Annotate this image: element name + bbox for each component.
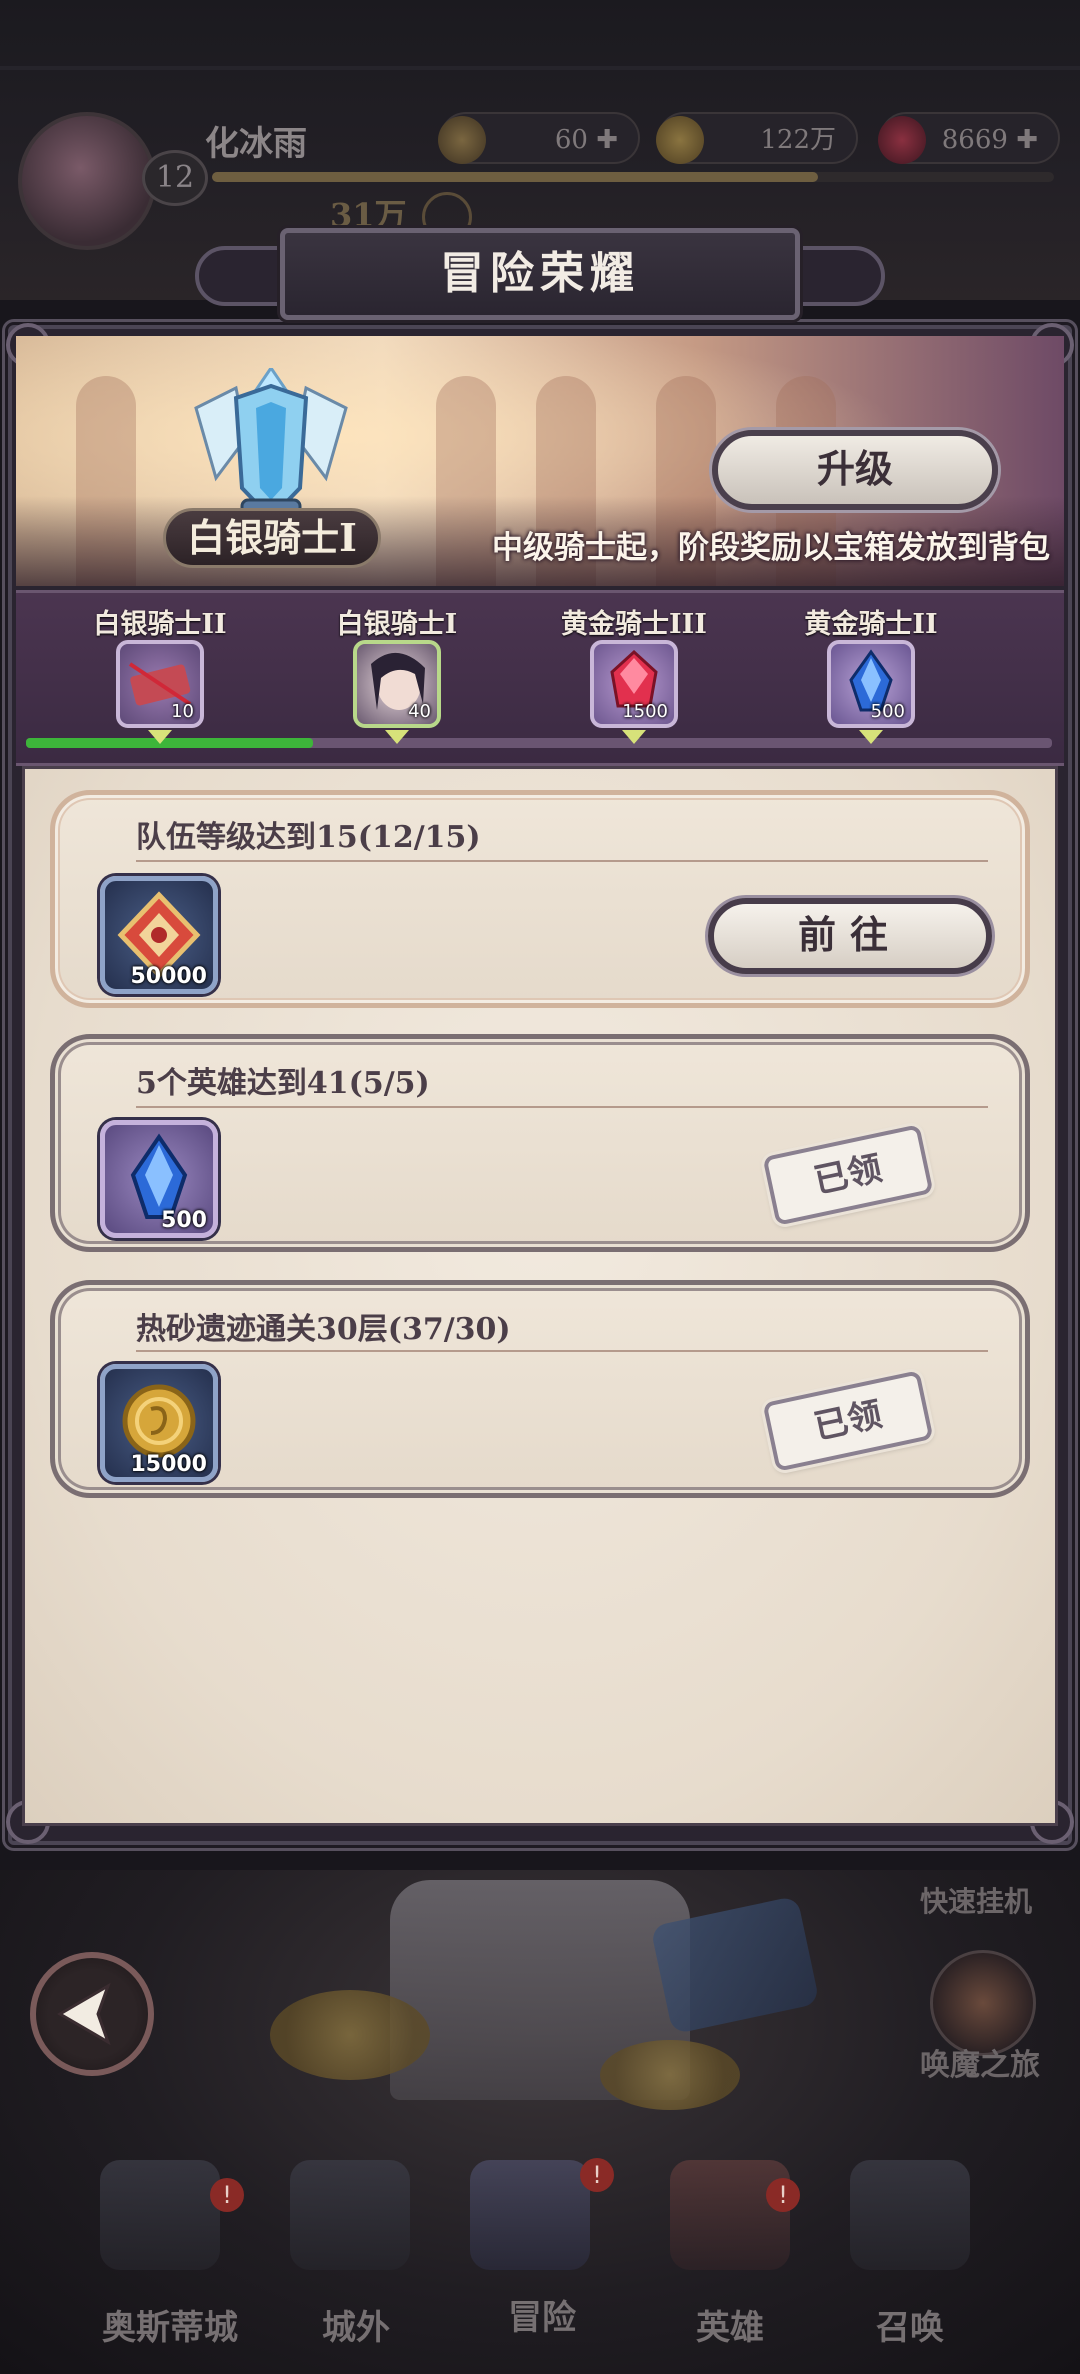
title-ornament — [795, 246, 885, 306]
player-avatar[interactable] — [18, 112, 156, 250]
hero-icon — [670, 2160, 790, 2270]
gem-value: 8669 — [941, 125, 1008, 155]
task-reward-qty: 15000 — [130, 1452, 207, 1477]
alert-badge: ! — [766, 2178, 800, 2212]
coin-pile-icon — [270, 1990, 430, 2080]
nav-outskirts[interactable] — [260, 2140, 440, 2280]
player-level-badge: 12 — [142, 150, 208, 206]
add-stamina-icon[interactable]: ✚ — [588, 125, 618, 155]
tier-label: 黄金骑士II — [804, 609, 938, 640]
coin-pile-icon — [600, 2040, 740, 2110]
current-rank-label: 白银骑士I — [163, 508, 381, 568]
ship-icon — [290, 2160, 410, 2270]
divider — [136, 1350, 988, 1352]
tier-label: 白银骑士II — [93, 609, 227, 640]
task-reward-qty: 50000 — [130, 964, 207, 989]
ruby-gem-icon — [878, 116, 926, 164]
task-title: 队伍等级达到15(12/15) — [136, 820, 481, 855]
title-ornament — [195, 246, 285, 306]
tier-reward-slot[interactable]: 10 — [116, 640, 204, 728]
tier-reward-qty: 500 — [870, 701, 905, 722]
tier-marker-icon — [148, 730, 172, 744]
nav-adventure[interactable]: ! — [440, 2140, 620, 2280]
task-reward-qty: 500 — [161, 1208, 207, 1233]
summon-journey-label[interactable]: 唤魔之旅 — [920, 2040, 1040, 2084]
nav-adventure-label[interactable]: 冒险 — [432, 2290, 652, 2339]
dialog-title: 冒险荣耀 — [440, 248, 640, 299]
task-reward-slot[interactable]: 50000 — [100, 876, 218, 994]
city-icon — [100, 2160, 220, 2270]
tier-reward-slot[interactable]: 500 — [827, 640, 915, 728]
tier-reward-qty: 10 — [171, 701, 194, 722]
back-button[interactable] — [30, 1952, 154, 2076]
stamina-value: 60 — [554, 125, 588, 155]
gem-counter[interactable]: 8669 ✚ — [878, 112, 1060, 164]
gold-value: 122万 — [760, 125, 836, 155]
divider — [136, 860, 988, 862]
summon-icon — [850, 2160, 970, 2270]
task-title: 5个英雄达到41(5/5) — [136, 1066, 430, 1101]
adventure-icon — [470, 2160, 590, 2270]
alert-badge: ! — [210, 2178, 244, 2212]
tier-reward-slot[interactable]: 1500 — [590, 640, 678, 728]
alert-badge: ! — [580, 2158, 614, 2192]
gold-coin-icon — [656, 116, 704, 164]
tier-reward-qty: 40 — [408, 701, 431, 722]
tier-label: 白银骑士I — [336, 609, 458, 640]
task-reward-slot[interactable]: 15000 — [100, 1364, 218, 1482]
go-button[interactable]: 前往 — [708, 898, 992, 974]
stamina-icon — [438, 116, 486, 164]
tier-reward-slot[interactable]: 40 — [353, 640, 441, 728]
add-gem-icon[interactable]: ✚ — [1008, 125, 1038, 155]
upgrade-button[interactable]: 升级 — [712, 430, 998, 510]
gold-counter: 122万 — [656, 112, 858, 164]
tier-reward-qty: 1500 — [622, 701, 668, 722]
quick-idle-label[interactable]: 快速挂机 — [920, 1880, 1032, 1920]
back-arrow-icon — [57, 1982, 111, 2046]
nav-summon[interactable] — [820, 2140, 1000, 2280]
divider — [136, 1106, 988, 1108]
tier-label: 黄金骑士III — [561, 609, 707, 640]
player-exp-bar — [212, 172, 1054, 182]
divider — [0, 66, 1080, 70]
nav-heroes[interactable]: ! — [640, 2140, 820, 2280]
nav-city[interactable]: ! — [70, 2140, 250, 2280]
tier-marker-icon — [859, 730, 883, 744]
stamina-counter[interactable]: 60 ✚ — [438, 112, 640, 164]
player-exp-fill — [212, 172, 819, 182]
nav-summon-label[interactable]: 召唤 — [800, 2300, 1020, 2349]
task-title: 热砂遗迹通关30层(37/30) — [136, 1312, 511, 1347]
tier-progress-bar — [26, 738, 1052, 748]
tier-marker-icon — [385, 730, 409, 744]
task-reward-slot[interactable]: 500 — [100, 1120, 218, 1238]
tier-marker-icon — [622, 730, 646, 744]
rank-reward-note: 中级骑士起，阶段奖励以宝箱发放到背包 — [492, 530, 1050, 566]
player-name: 化冰雨 — [205, 124, 307, 164]
